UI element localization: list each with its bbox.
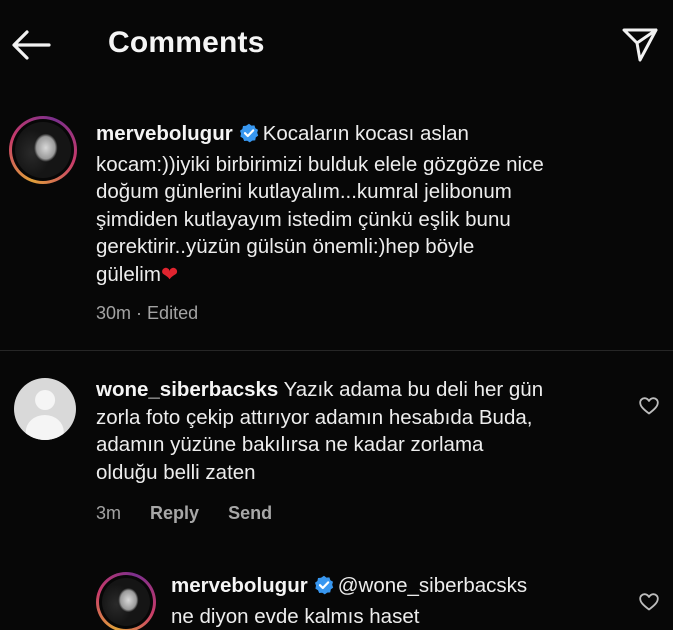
comment-line-3: adamın yüzüne bakılırsa ne kadar zorlama [96, 433, 484, 457]
like-button[interactable] [637, 590, 661, 614]
meta-separator: · [136, 303, 143, 323]
comment-line-4: olduğu belli zaten [96, 460, 256, 484]
comment-time: 3m [96, 503, 122, 523]
comment-text: wone_siberbacsks Yazık adama bu deli her… [96, 376, 636, 486]
heart-outline-icon [639, 593, 659, 611]
verified-badge-icon [239, 123, 259, 151]
reply-text: mervebolugur @wone_siberbacsks ne diyon e… [171, 572, 641, 630]
reply-mention[interactable]: @wone_siberbacsks [338, 574, 527, 597]
reply-button[interactable]: Reply [150, 503, 199, 523]
heart-outline-icon [639, 397, 659, 415]
caption-line-2: kocam:))iyiki birbirimizi bulduk elele g… [96, 152, 544, 176]
share-button[interactable] [615, 22, 665, 68]
like-button[interactable] [637, 394, 661, 418]
caption-line-6: gülelim [96, 262, 161, 286]
header: Comments [0, 0, 673, 90]
caption-text: mervebolugur Kocaların kocası aslan kocam… [96, 120, 656, 289]
caption-divider [0, 350, 673, 351]
caption-line-3: doğum günlerini kutlayalım...kumral jeli… [96, 180, 512, 204]
caption-meta: 30m · Edited [96, 303, 198, 324]
caption-line-4: şimdiden kutlayayım istedim çünkü eşlik … [96, 207, 511, 231]
comments-screen: Comments mervebolugur Kocaların kocası as… [0, 0, 673, 630]
caption-username[interactable]: mervebolugur [96, 122, 233, 145]
paper-plane-icon [622, 28, 658, 62]
back-button[interactable] [6, 22, 56, 68]
caption-time: 30m [96, 303, 132, 323]
caption-line-5: gerektirir..yüzün gülsün önemli:)hep böy… [96, 235, 475, 259]
page-title: Comments [108, 26, 265, 59]
comment-meta: 3m Reply Send [96, 503, 272, 524]
edited-label: Edited [147, 303, 199, 323]
comment-line-2: zorla foto çekip attırıyor adamın hesabı… [96, 405, 533, 429]
arrow-left-icon [12, 30, 51, 60]
avatar[interactable] [96, 572, 156, 630]
heart-emoji-icon: ❤ [160, 262, 179, 286]
comment-username[interactable]: wone_siberbacsks [96, 378, 278, 401]
caption-line-1: Kocaların kocası aslan [262, 122, 469, 145]
reply-username[interactable]: mervebolugur [171, 574, 308, 597]
avatar[interactable] [9, 116, 77, 184]
send-button[interactable]: Send [228, 503, 272, 523]
comment-line-1: Yazık adama bu deli her gün [283, 378, 544, 401]
avatar[interactable] [14, 378, 76, 440]
verified-badge-icon [314, 575, 334, 603]
reply-line-2: ne diyon evde kalmıs haset [171, 604, 420, 628]
